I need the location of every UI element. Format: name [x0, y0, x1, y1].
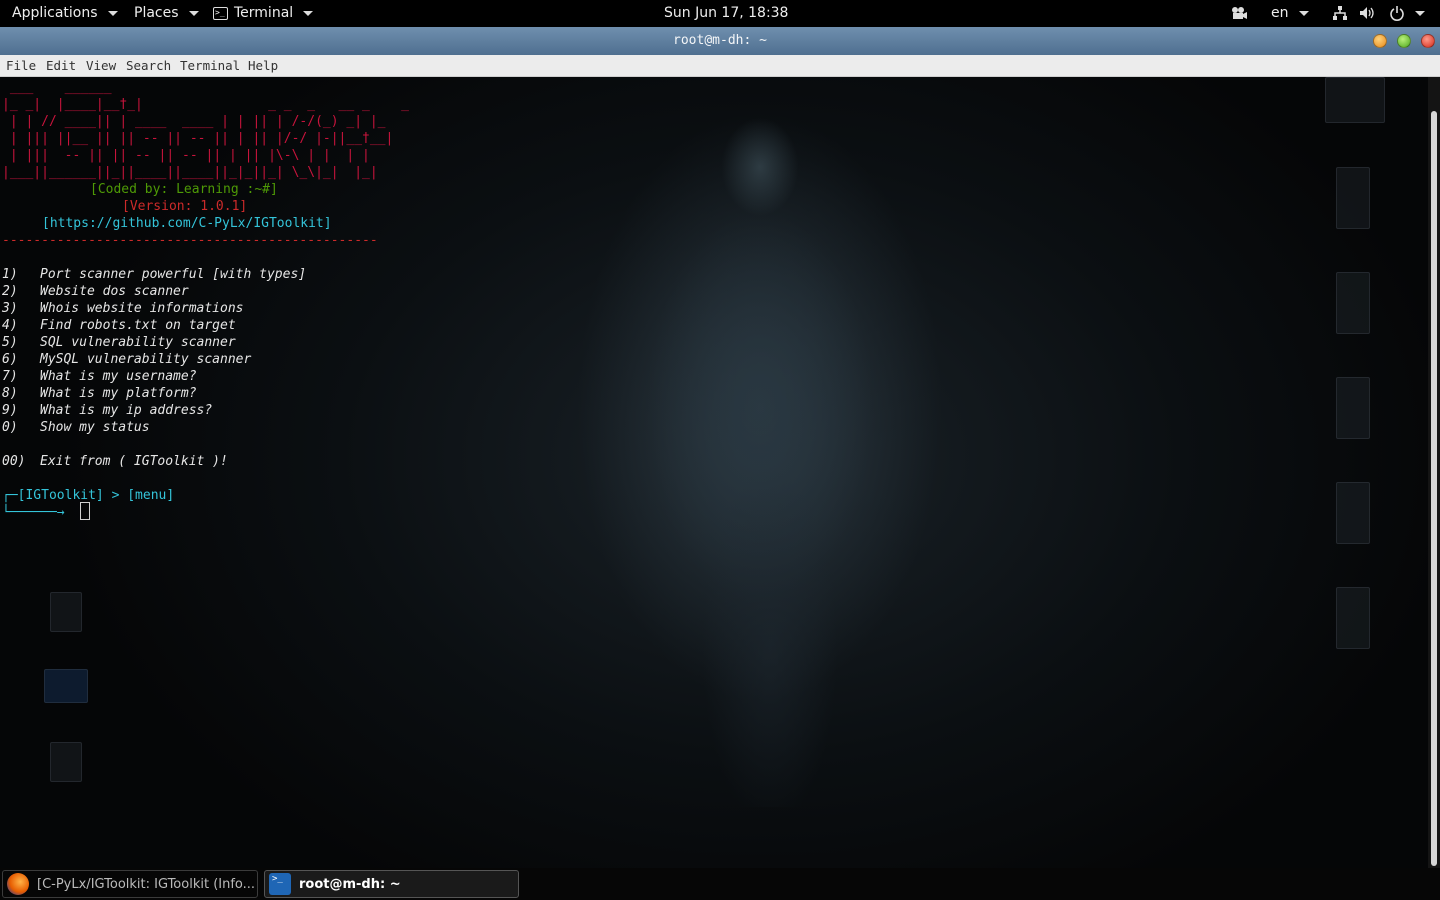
menu-option: 4) Find robots.txt on target [2, 318, 236, 333]
prompt-arrow: └──────→ [2, 505, 65, 520]
text-cursor[interactable] [80, 502, 90, 520]
menu-option: 6) MySQL vulnerability scanner [2, 352, 252, 367]
taskbar-terminal-label: root@m-dh: ~ [299, 876, 401, 892]
menu-search[interactable]: Search [126, 58, 171, 73]
ascii-art-line: | ||| ||__ || || -- || -- || | || |/-/ |… [2, 131, 394, 146]
desktop-icon [1336, 377, 1370, 439]
places-label: Places [134, 5, 179, 21]
terminal-app-label: Terminal [234, 5, 294, 21]
menu-view[interactable]: View [86, 58, 116, 73]
top-panel: Applications Places >_ Terminal Sun Jun … [0, 0, 1440, 26]
repo-url-line: [https://github.com/C-PyLx/IGToolkit] [42, 216, 332, 231]
desktop-icon [1325, 77, 1385, 123]
close-button[interactable] [1421, 34, 1435, 48]
desktop-icon [1336, 587, 1370, 649]
window-titlebar[interactable]: root@m-dh: ~ [0, 27, 1440, 55]
menu-option: 7) What is my username? [2, 369, 197, 384]
ascii-art-line: ___ ______ [2, 80, 112, 95]
menu-help[interactable]: Help [248, 58, 278, 73]
menu-option: 1) Port scanner powerful [with types] [2, 267, 307, 282]
version-line: [Version: 1.0.1] [122, 199, 248, 214]
ascii-art-line: |_ _| |____|__†_| _ _ _ __ _ _ [2, 97, 409, 112]
places-menu[interactable]: Places [134, 0, 199, 26]
ascii-art-line: | ||| -- || || -- || -- || | || |\-\ | |… [2, 148, 370, 163]
clock[interactable]: Sun Jun 17, 18:38 [664, 0, 788, 26]
maximize-button[interactable] [1397, 34, 1411, 48]
clock-label: Sun Jun 17, 18:38 [664, 5, 789, 21]
menubar: File Edit View Search Terminal Help [0, 55, 1440, 77]
exit-option: 00) Exit from ( IGToolkit )! [2, 454, 228, 469]
language-selector[interactable]: en [1271, 0, 1309, 26]
taskbar: [C-PyLx/IGToolkit: IGToolkit (Info... >_… [0, 868, 1440, 900]
menu-terminal[interactable]: Terminal [180, 58, 240, 73]
menu-option: 8) What is my platform? [2, 386, 197, 401]
desktop-icon [50, 592, 82, 632]
firefox-icon [7, 873, 29, 895]
menu-option: 2) Website dos scanner [2, 284, 189, 299]
taskbar-browser-window[interactable]: [C-PyLx/IGToolkit: IGToolkit (Info... [2, 870, 258, 898]
minimize-button[interactable] [1373, 34, 1387, 48]
menu-edit[interactable]: Edit [46, 58, 76, 73]
chevron-down-icon [303, 10, 314, 16]
taskbar-browser-label: [C-PyLx/IGToolkit: IGToolkit (Info... [37, 876, 256, 892]
terminal-icon: >_ [269, 873, 291, 895]
power-icon [1390, 6, 1404, 21]
desktop-icon [50, 742, 82, 782]
video-camera-icon[interactable] [1230, 0, 1248, 26]
ascii-art-line: |___||______||_||____||____||_|_||_| \_\… [2, 165, 378, 180]
terminal-app-menu[interactable]: >_ Terminal [213, 0, 314, 26]
network-icon[interactable] [1332, 0, 1348, 26]
desktop-icon [1336, 167, 1370, 229]
menu-option: 3) Whois website informations [2, 301, 244, 316]
terminal-scrollbar[interactable] [1428, 77, 1440, 868]
chevron-down-icon [1298, 10, 1309, 16]
applications-menu[interactable]: Applications [12, 0, 118, 26]
terminal-icon: >_ [213, 6, 228, 20]
volume-icon[interactable] [1359, 0, 1375, 26]
ascii-art-line: | | // ____|| | ____ ____ | | || | /-/(_… [2, 114, 386, 129]
taskbar-terminal-window[interactable]: >_ root@m-dh: ~ [264, 870, 519, 898]
desktop-icon [1336, 482, 1370, 544]
divider-line: ----------------------------------------… [2, 233, 378, 248]
desktop-icon [1336, 272, 1370, 334]
chevron-down-icon [1415, 10, 1425, 16]
scrollbar-thumb[interactable] [1431, 111, 1437, 866]
terminal-viewport[interactable]: ___ ______ |_ _| |____|__†_| _ _ _ __ _ … [0, 77, 1428, 868]
coded-by-line: [Coded by: Learning :~#] [90, 182, 278, 197]
language-label: en [1271, 5, 1289, 21]
menu-option: 9) What is my ip address? [2, 403, 213, 418]
window-title: root@m-dh: ~ [673, 33, 767, 48]
menu-option: 5) SQL vulnerability scanner [2, 335, 236, 350]
chevron-down-icon [188, 10, 199, 16]
applications-label: Applications [12, 5, 98, 21]
chevron-down-icon [107, 10, 118, 16]
desktop-folder-icon [44, 669, 88, 703]
wallpaper-figure [560, 87, 980, 807]
menu-file[interactable]: File [6, 58, 36, 73]
power-menu[interactable] [1389, 0, 1425, 26]
menu-option: 0) Show my status [2, 420, 150, 435]
